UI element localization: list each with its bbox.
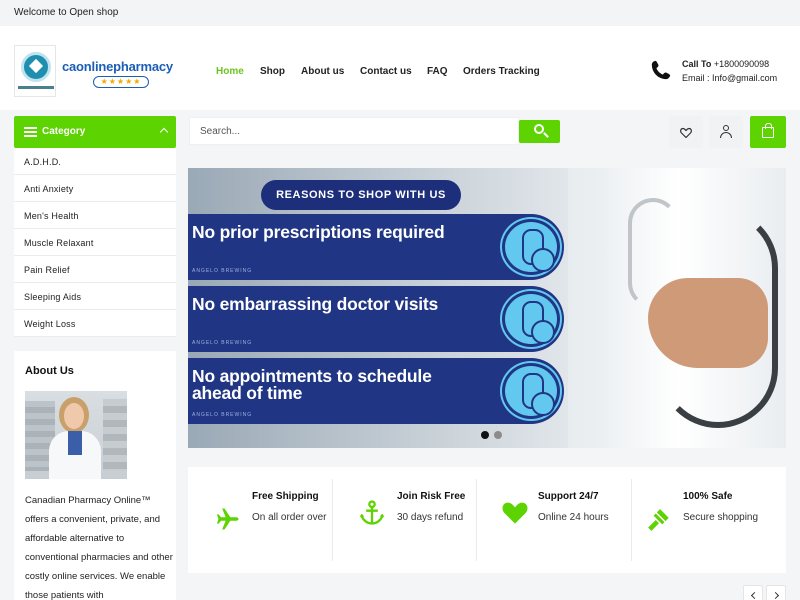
top-bar: Welcome to Open shop [0, 0, 800, 26]
hamburger-icon [24, 127, 37, 137]
slide-dot[interactable] [481, 431, 489, 439]
reason-text: No appointments to schedule ahead of tim… [192, 366, 432, 403]
feature-support: Support 24/7 Online 24 hours [487, 467, 632, 573]
about-panel: About Us Canadian Pharmacy Online™ offer… [14, 351, 176, 600]
slide-dot[interactable] [494, 431, 502, 439]
account-button[interactable] [709, 116, 743, 148]
nav-orders-tracking[interactable]: Orders Tracking [463, 66, 540, 77]
header: caonlinepharmacy ★★★★★ Home Shop About u… [0, 26, 800, 110]
feature-join-risk-free: Join Risk Free 30 days refund [342, 467, 487, 573]
category-item[interactable]: Pain Relief [14, 256, 176, 283]
feature-safe: 100% Safe Secure shopping [632, 467, 777, 573]
nav-home[interactable]: Home [216, 66, 244, 77]
pill-icon [502, 291, 560, 347]
feature-title: 100% Safe [683, 491, 733, 502]
wishlist-button[interactable] [669, 116, 703, 148]
category-item[interactable]: Men's Health [14, 202, 176, 229]
heart-icon [502, 502, 528, 524]
about-title: About Us [25, 365, 74, 377]
search-button[interactable] [519, 120, 560, 143]
anchor-icon [359, 500, 385, 525]
phone-icon [651, 60, 671, 80]
reason-sub: ANGELO BREWING [192, 412, 253, 418]
feature-title: Join Risk Free [397, 491, 466, 502]
carousel-next-button[interactable] [766, 585, 786, 600]
category-list: A.D.H.D. Anti Anxiety Men's Health Muscl… [14, 148, 176, 337]
feature-title: Free Shipping [252, 491, 319, 502]
category-title: Category [42, 126, 86, 137]
shopping-bag-icon [762, 123, 774, 138]
nav-contact-us[interactable]: Contact us [360, 66, 412, 77]
category-item[interactable]: A.D.H.D. [14, 148, 176, 175]
chevron-left-icon [750, 591, 759, 600]
banner-reason: No appointments to schedule ahead of tim… [188, 358, 564, 424]
nav-shop[interactable]: Shop [260, 66, 285, 77]
pill-icon [502, 219, 560, 275]
reason-sub: ANGELO BREWING [192, 268, 253, 274]
nav-faq[interactable]: FAQ [427, 66, 448, 77]
chevron-right-icon [771, 591, 780, 600]
brand-name[interactable]: caonlinepharmacy [62, 59, 173, 74]
reason-text: No embarrassing doctor visits [192, 294, 439, 314]
maple-leaf-logo-icon[interactable] [14, 45, 56, 97]
feature-desc: On all order over [252, 512, 327, 523]
feature-desc: Online 24 hours [538, 512, 609, 523]
email-line[interactable]: Email : Info@gmail.com [682, 73, 777, 83]
banner-heading: REASONS TO SHOP WITH US [261, 180, 461, 210]
gavel-icon [648, 509, 669, 531]
pharmacist-photo [25, 391, 127, 479]
banner-reason: No prior prescriptions required ANGELO B… [188, 214, 564, 280]
nav-about-us[interactable]: About us [301, 66, 344, 77]
feature-desc: Secure shopping [683, 512, 759, 523]
banner-reason: No embarrassing doctor visits ANGELO BRE… [188, 286, 564, 352]
phone-number[interactable]: +1800090098 [714, 59, 769, 69]
reason-sub: ANGELO BREWING [192, 340, 253, 346]
search-input[interactable] [189, 117, 519, 145]
carousel-prev-button[interactable] [743, 585, 763, 600]
feature-title: Support 24/7 [538, 491, 599, 502]
category-toggle[interactable]: Category [14, 116, 176, 148]
call-line: Call To +1800090098 [682, 59, 769, 69]
heart-icon [680, 127, 692, 138]
pill-icon [502, 363, 560, 419]
rating-stars: ★★★★★ [93, 76, 149, 88]
call-label: Call To [682, 59, 712, 69]
about-text: Canadian Pharmacy Online™ offers a conve… [25, 495, 173, 600]
category-item[interactable]: Sleeping Aids [14, 283, 176, 310]
hero-banner[interactable]: REASONS TO SHOP WITH US No prior prescri… [188, 168, 786, 448]
chevron-up-icon [159, 127, 169, 137]
category-item[interactable]: Muscle Relaxant [14, 229, 176, 256]
airplane-icon [216, 508, 239, 530]
category-item[interactable]: Anti Anxiety [14, 175, 176, 202]
reason-text: No prior prescriptions required [192, 222, 445, 242]
features-row: Free Shipping On all order over Join Ris… [188, 467, 786, 573]
feature-free-shipping: Free Shipping On all order over [188, 467, 333, 573]
cart-button[interactable] [750, 116, 786, 148]
welcome-text: Welcome to Open shop [14, 7, 119, 18]
feature-desc: 30 days refund [397, 512, 464, 523]
category-item[interactable]: Weight Loss [14, 310, 176, 337]
